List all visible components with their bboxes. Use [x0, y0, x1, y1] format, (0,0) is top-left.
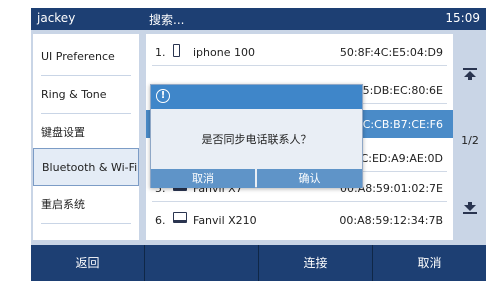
- device-mac: AC:CB:B7:CE:F6: [355, 118, 443, 131]
- device-mac: 00:A8:59:12:34:7B: [339, 214, 443, 227]
- menu-item-restart-system[interactable]: 重启系统: [33, 186, 139, 224]
- device-row[interactable]: 6. Fanvil X210 00:A8:59:12:34:7B: [146, 206, 453, 234]
- clock: 15:09: [445, 11, 480, 25]
- divider: [152, 65, 447, 66]
- dialog-buttons: 取消 确认: [151, 169, 362, 188]
- cancel-softkey[interactable]: 取消: [373, 245, 486, 281]
- device-row[interactable]: 1. iphone 100 50:8F:4C:E5:04:D9: [146, 38, 453, 66]
- device-mac: 9C:ED:A9:AE:0D: [353, 152, 443, 165]
- status-bar: jackey 搜索... 15:09: [31, 8, 486, 30]
- dialog-confirm-button[interactable]: 确认: [257, 169, 362, 188]
- page-indicator: 1/2: [461, 134, 479, 147]
- sync-contacts-dialog: ! 是否同步电话联系人？ 取消 确认: [150, 84, 363, 188]
- blank-softkey: [145, 245, 259, 281]
- dialog-cancel-button[interactable]: 取消: [151, 169, 255, 188]
- menu-item-label: UI Preference: [41, 50, 115, 63]
- menu-item-label: 键盘设置: [41, 126, 85, 139]
- divider: [41, 223, 131, 224]
- device-name: Fanvil X210: [193, 214, 257, 227]
- phone-icon: [173, 44, 180, 57]
- page-down-icon[interactable]: [458, 200, 482, 222]
- row-number: 1.: [155, 46, 166, 59]
- search-field[interactable]: 搜索...: [149, 11, 184, 28]
- computer-icon: [173, 212, 187, 223]
- account-name: jackey: [37, 11, 76, 25]
- device-mac: 50:8F:4C:E5:04:D9: [339, 46, 443, 59]
- dialog-header: !: [151, 85, 362, 109]
- info-icon: !: [156, 89, 170, 103]
- menu-item-bluetooth-wifi[interactable]: Bluetooth & Wi-Fi: [33, 148, 139, 186]
- settings-menu: UI Preference Ring & Tone 键盘设置 Bluetooth…: [33, 34, 139, 240]
- menu-item-keyboard-settings[interactable]: 键盘设置: [33, 114, 139, 152]
- row-number: 6.: [155, 214, 166, 227]
- phone-screen: jackey 搜索... 15:09 UI Preference Ring & …: [0, 0, 496, 287]
- page-up-icon[interactable]: [458, 66, 482, 88]
- connect-softkey[interactable]: 连接: [259, 245, 373, 281]
- menu-item-label: 重启系统: [41, 198, 85, 211]
- dialog-message: 是否同步电话联系人？: [201, 133, 312, 146]
- scroll-column: 1/2: [456, 34, 484, 240]
- device-mac: F5:DB:EC:80:6E: [356, 84, 443, 97]
- device-name: iphone 100: [193, 46, 255, 59]
- back-softkey[interactable]: 返回: [31, 245, 145, 281]
- menu-item-ring-tone[interactable]: Ring & Tone: [33, 76, 139, 114]
- divider: [152, 201, 447, 202]
- menu-item-label: Ring & Tone: [41, 88, 107, 101]
- softkey-bar: 返回 连接 取消: [31, 245, 486, 281]
- menu-item-label: Bluetooth & Wi-Fi: [42, 161, 138, 174]
- menu-item-ui-preference[interactable]: UI Preference: [33, 38, 139, 76]
